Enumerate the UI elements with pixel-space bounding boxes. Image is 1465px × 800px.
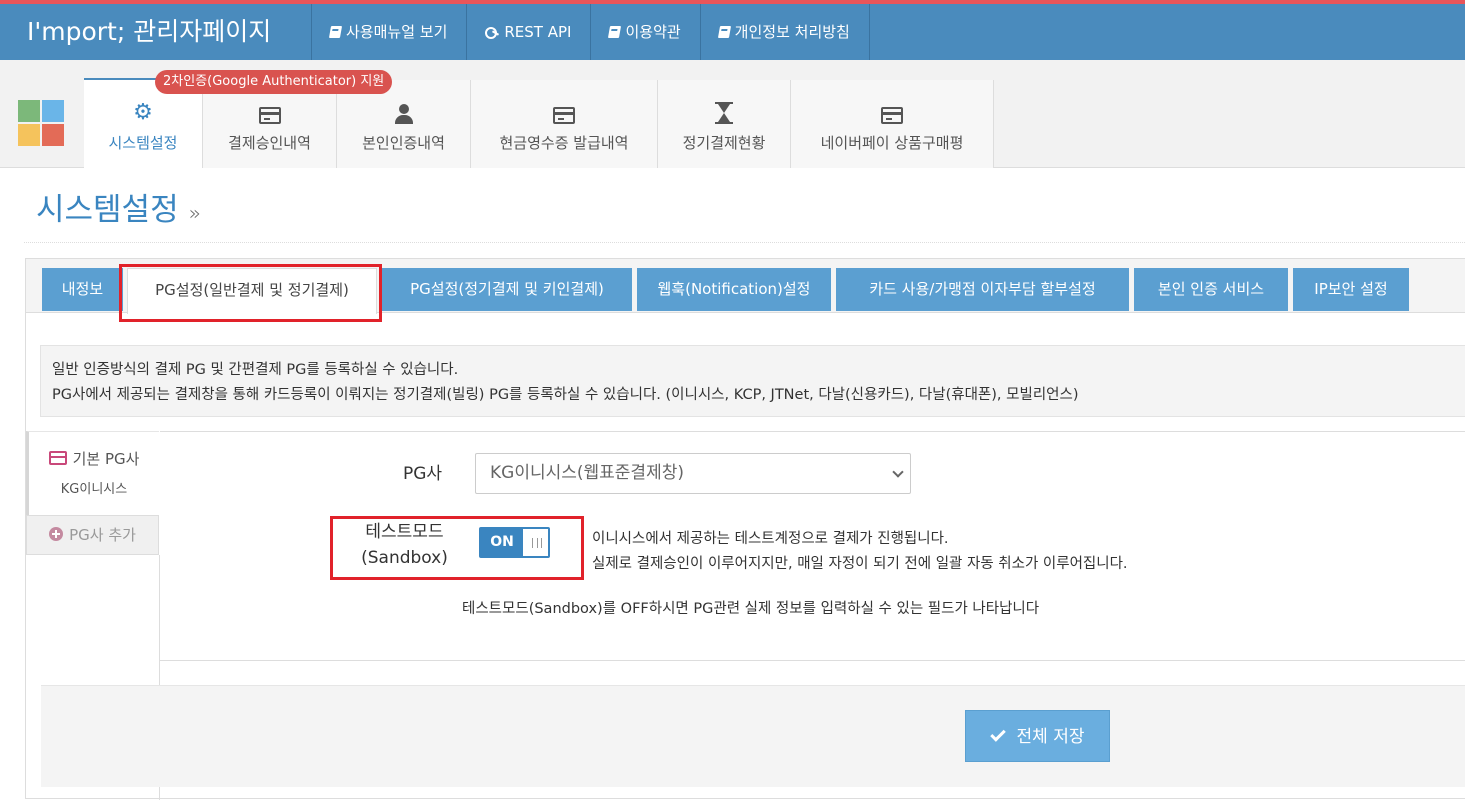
key-icon [485, 26, 499, 39]
nav-user-manual-label: 사용매뉴얼 보기 [346, 23, 448, 41]
add-pg-button[interactable]: PG사 추가 [26, 515, 159, 555]
app-logo[interactable] [18, 100, 66, 148]
credit-card-icon [553, 106, 575, 124]
test-desc-line2: 실제로 결제승인이 이루어지지만, 매일 자정이 되기 전에 일괄 자동 취소가… [592, 556, 1128, 572]
page-title-text: 시스템설정 [36, 192, 179, 228]
info-line-2: PG사에서 제공되는 결제창을 통해 카드등록이 이뤄지는 정기결제(빌링) P… [52, 387, 1079, 403]
credit-card-icon [258, 106, 281, 124]
2fa-badge: 2차인증(Google Authenticator) 지원 [155, 70, 393, 94]
save-all-button[interactable]: 전체 저장 [965, 710, 1110, 762]
chevron-down-icon [892, 466, 904, 478]
sandbox-note: 테스트모드(Sandbox)를 OFF하시면 PG관련 실제 정보를 입력하실 … [462, 601, 1040, 617]
book-icon [328, 26, 343, 38]
top-navbar: I'mport; 관리자페이지 사용매뉴얼 보기 REST API 이용약관 개… [0, 0, 1465, 60]
tab-identity-service[interactable]: 본인 인증 서비스 [1134, 268, 1288, 311]
toggle-grip-icon [532, 538, 542, 548]
tab-system-settings-label: 시스템설정 [108, 133, 178, 152]
test-desc-line1: 이니시스에서 제공하는 테스트계정으로 결제가 진행됩니다. [592, 531, 949, 547]
nav-rest-api[interactable]: REST API [466, 4, 590, 60]
info-box: 일반 인증방식의 결제 PG 및 간편결제 PG를 등록하실 수 있습니다. P… [40, 345, 1465, 417]
credit-card-icon [881, 106, 903, 124]
book-icon [608, 26, 622, 38]
divider [24, 242, 1465, 243]
tab-naverpay-reviews-label: 네이버페이 상품구매평 [820, 133, 964, 152]
page-title: 시스템설정 » [36, 184, 201, 229]
settings-tabs: 내정보 PG설정(일반결제 및 정기결제) PG설정(정기결제 및 키인결제) … [26, 259, 1465, 314]
breadcrumb-arrow: » [188, 201, 201, 225]
hourglass-icon [715, 101, 733, 124]
tab-ip-security[interactable]: IP보안 설정 [1293, 268, 1409, 311]
tab-installment[interactable]: 카드 사용/가맹점 이자부담 할부설정 [836, 268, 1129, 311]
nav-privacy-label: 개인정보 처리방침 [734, 23, 850, 41]
top-nav: 사용매뉴얼 보기 REST API 이용약관 개인정보 처리방침 [311, 4, 870, 60]
save-all-label: 전체 저장 [1016, 727, 1085, 747]
info-line-1: 일반 인증방식의 결제 PG 및 간편결제 PG를 등록하실 수 있습니다. [52, 362, 459, 378]
gear-icon: ⚙ [133, 99, 153, 125]
toggle-on-label: ON [481, 529, 523, 556]
test-mode-toggle[interactable]: ON [479, 527, 550, 558]
book-icon [717, 26, 731, 38]
nav-terms-label: 이용약관 [625, 23, 681, 41]
nav-rest-api-label: REST API [504, 23, 572, 41]
nav-terms[interactable]: 이용약관 [590, 4, 699, 60]
tab-recurring-status-label: 정기결제현황 [682, 133, 766, 152]
tab-payment-approvals-label: 결제승인내역 [228, 133, 311, 152]
tab-my-info[interactable]: 내정보 [42, 268, 123, 311]
pg-item-default-value: KG이니시스 [60, 482, 128, 497]
tab-pg-billing[interactable]: PG설정(정기결제 및 키인결제) [382, 268, 632, 311]
tab-cash-receipts[interactable]: 현금영수증 발급내역 [471, 80, 658, 168]
test-mode-label-line1: 테스트모드 [365, 522, 444, 542]
plus-circle-icon [49, 527, 64, 541]
brand-title[interactable]: I'mport; 관리자페이지 [0, 4, 311, 60]
tab-identity-verifications-label: 본인인증내역 [362, 133, 445, 152]
add-pg-label: PG사 추가 [69, 526, 136, 544]
credit-card-icon [48, 451, 67, 465]
tab-pg-general[interactable]: PG설정(일반결제 및 정기결제) [127, 268, 377, 314]
tab-recurring-status[interactable]: 정기결제현황 [658, 80, 791, 168]
user-icon [394, 103, 413, 124]
pg-select[interactable]: KG이니시스(웹표준결제창) [475, 453, 911, 494]
tab-webhook[interactable]: 웹훅(Notification)설정 [637, 268, 831, 311]
pg-item-default-label: 기본 PG사 [72, 450, 140, 468]
nav-user-manual[interactable]: 사용매뉴얼 보기 [311, 4, 466, 60]
nav-privacy[interactable]: 개인정보 처리방침 [699, 4, 870, 60]
test-mode-label: 테스트모드 (Sandbox) [357, 519, 452, 571]
tab-cash-receipts-label: 현금영수증 발급내역 [499, 133, 629, 152]
tab-naverpay-reviews[interactable]: 네이버페이 상품구매평 [791, 80, 994, 168]
pg-item-default[interactable]: 기본 PG사 KG이니시스 [26, 431, 159, 515]
pg-select-value: KG이니시스(웹표준결제창) [490, 463, 684, 483]
check-icon [989, 726, 1006, 742]
test-mode-description: 이니시스에서 제공하는 테스트계정으로 결제가 진행됩니다. 실제로 결제승인이… [592, 527, 1128, 577]
footer-bar [41, 685, 1465, 787]
test-mode-label-line2: (Sandbox) [361, 548, 448, 568]
pg-label: PG사 [403, 464, 443, 484]
